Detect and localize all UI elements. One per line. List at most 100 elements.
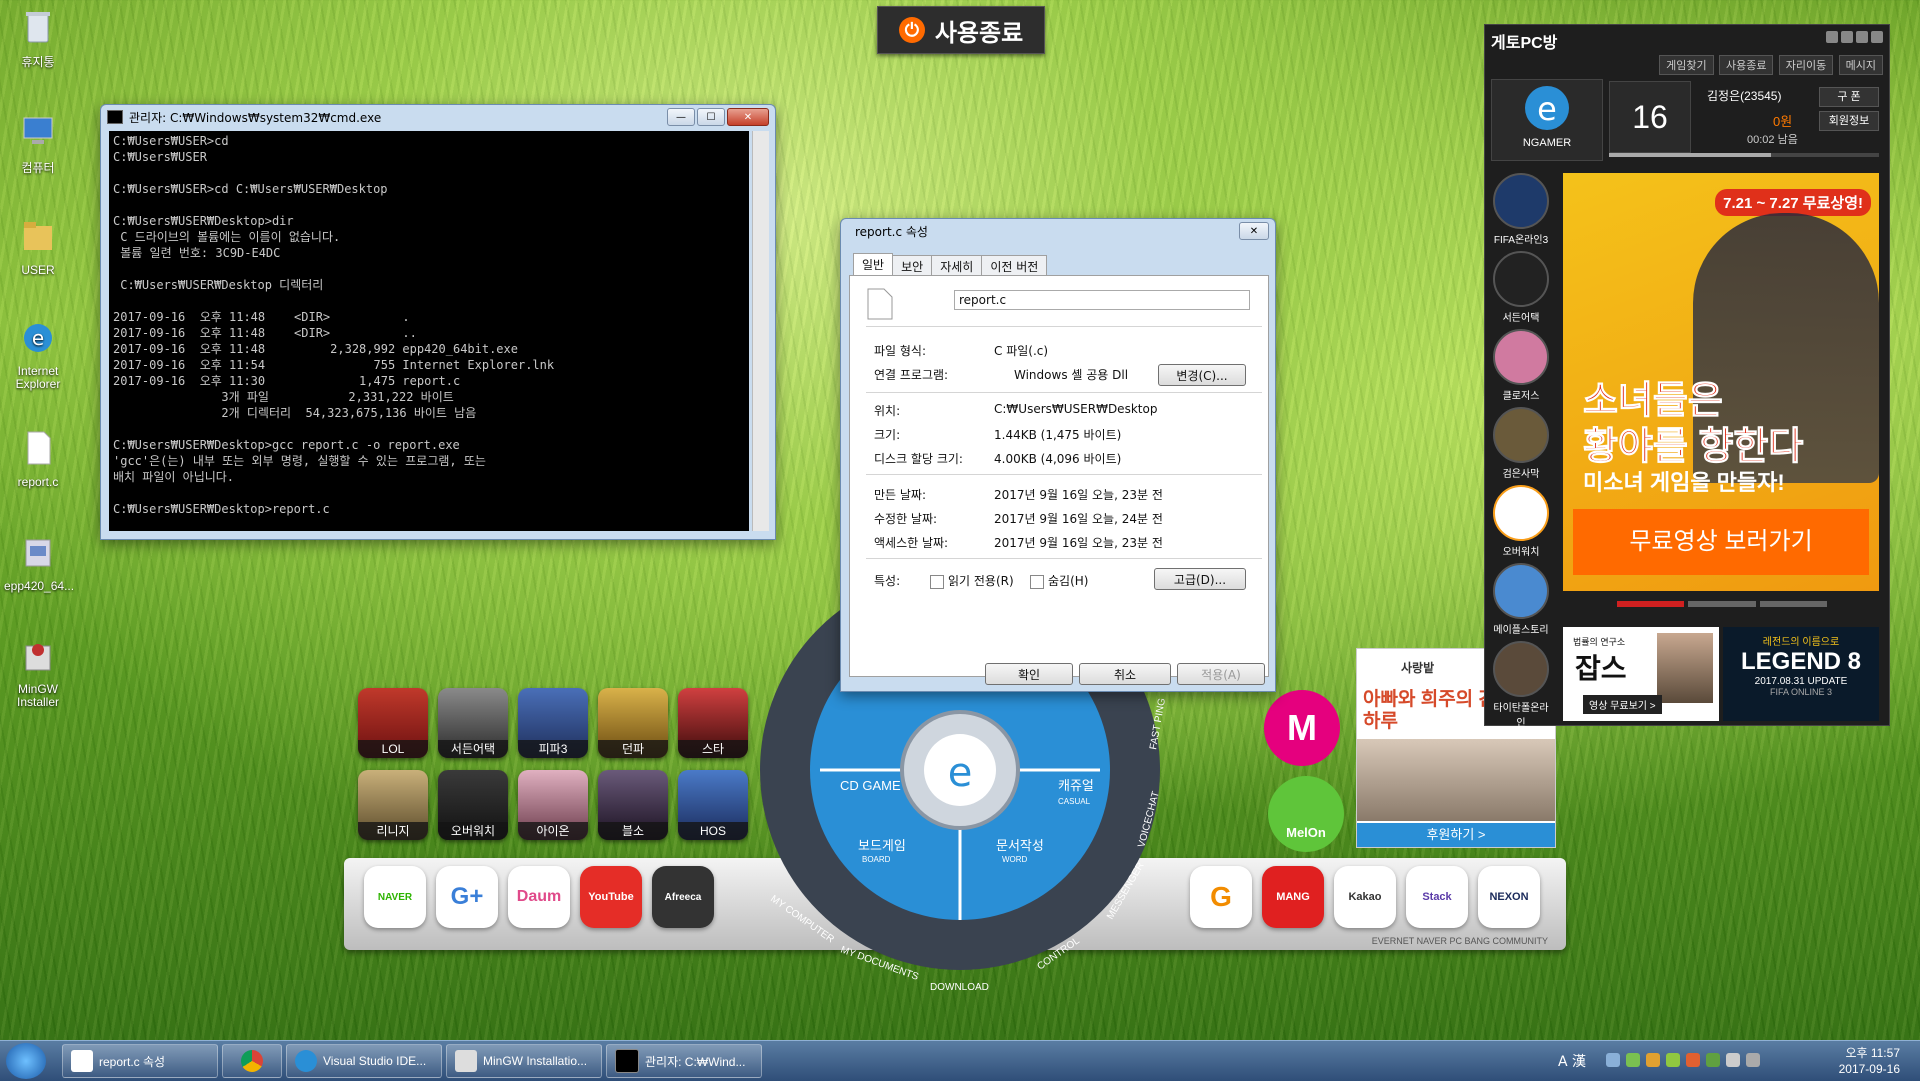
afreeca-app[interactable]: Afreeca <box>652 866 714 928</box>
clock[interactable]: 오후 11:57 2017-09-16 <box>1839 1045 1900 1077</box>
maximize-button[interactable]: ☐ <box>697 108 725 126</box>
google-plus-app[interactable]: G+ <box>436 866 498 928</box>
desktop-icon-recycle-bin[interactable]: 휴지통 <box>4 6 72 70</box>
network-icon[interactable] <box>1746 1053 1760 1067</box>
shutdown-button[interactable]: ⏻ 사용종료 <box>877 6 1045 54</box>
panel-icon[interactable] <box>1826 31 1838 43</box>
taskbar-label: report.c 속성 <box>99 1054 166 1069</box>
ad-banner[interactable]: 7.21 ~ 7.27 무료상영! 소녀들은 황야를 향한다 미소녀 게임을 만… <box>1563 173 1879 591</box>
daum-app[interactable]: Daum <box>508 866 570 928</box>
game-tile-starcraft[interactable]: 스타 <box>678 688 748 758</box>
start-button[interactable] <box>6 1043 46 1079</box>
progress-bar <box>1609 153 1879 157</box>
side-game-overwatch[interactable]: 오버워치 <box>1493 485 1549 558</box>
game-tile-sudden-attack[interactable]: 서든어택 <box>438 688 508 758</box>
side-game-closers[interactable]: 클로저스 <box>1493 329 1549 402</box>
tray-icon[interactable] <box>1686 1053 1700 1067</box>
message-button[interactable]: 메시지 <box>1838 55 1883 75</box>
dialog-titlebar[interactable]: report.c 속성 ✕ <box>841 219 1275 243</box>
wheel-cd-game[interactable]: CD GAME <box>840 778 901 793</box>
jobs-cta[interactable]: 영상 무료보기 > <box>1583 695 1662 714</box>
console-scrollbar[interactable] <box>752 131 769 531</box>
wheel-casual[interactable]: 캐쥬얼 <box>1058 778 1094 793</box>
ngamer-logo[interactable]: e NGAMER <box>1491 79 1603 161</box>
wheel-word[interactable]: 문서작성 <box>996 838 1044 853</box>
youtube-app[interactable]: YouTube <box>580 866 642 928</box>
panel-minimize-icon[interactable] <box>1871 31 1883 43</box>
tray-icon[interactable] <box>1626 1053 1640 1067</box>
properties-dialog[interactable]: report.c 속성 ✕ 일반 보안 자세히 이전 버전 report.c 파… <box>840 218 1276 692</box>
game-tile-lineage[interactable]: 리니지 <box>358 770 428 840</box>
desktop-icon-epp420[interactable]: epp420_64... <box>4 532 74 593</box>
taskbar-item-cmd[interactable]: 관리자: C:₩Wind... <box>606 1044 762 1078</box>
close-button[interactable]: ✕ <box>727 108 769 126</box>
side-game-titanfall[interactable]: 타이탄폴온라인 <box>1493 641 1549 729</box>
tray-icon[interactable] <box>1606 1053 1620 1067</box>
readonly-checkbox[interactable]: 읽기 전용(R) <box>930 572 1014 589</box>
legend8-banner[interactable]: 레전드의 이름으로 LEGEND 8 2017.08.31 UPDATE FIF… <box>1723 627 1879 721</box>
desktop-icon-report-c[interactable]: report.c <box>4 428 72 489</box>
donation-button[interactable]: 후원하기 > <box>1357 823 1555 847</box>
volume-icon[interactable] <box>1726 1053 1740 1067</box>
end-use-button[interactable]: 사용종료 <box>1718 55 1774 75</box>
apply-button[interactable]: 적용(A) <box>1177 663 1265 685</box>
checkbox-box[interactable] <box>1030 574 1044 589</box>
wheel-download[interactable]: DOWNLOAD <box>930 982 989 993</box>
panel-icon[interactable] <box>1856 31 1868 43</box>
mang-app[interactable]: MANG <box>1262 866 1324 928</box>
minimize-button[interactable]: — <box>667 108 695 126</box>
cmd-window[interactable]: 관리자: C:₩Windows₩system32₩cmd.exe — ☐ ✕ C… <box>100 104 776 540</box>
ad-cta-button[interactable]: 무료영상 보러가기 <box>1573 509 1869 575</box>
jobs-banner[interactable]: 법률의 연구소 잡스 영상 무료보기 > <box>1563 627 1719 721</box>
buy-button[interactable]: 구 폰 <box>1819 87 1879 107</box>
tray-language[interactable]: A 漢 <box>1558 1051 1586 1071</box>
change-button[interactable]: 변경(C)... <box>1158 364 1246 386</box>
naver-app[interactable]: NAVER <box>364 866 426 928</box>
find-game-button[interactable]: 게임찾기 <box>1659 55 1714 75</box>
taskbar-item-visual-studio[interactable]: Visual Studio IDE... <box>286 1044 442 1078</box>
desktop-icon-user-folder[interactable]: USER <box>4 216 72 277</box>
tray-icon[interactable] <box>1666 1053 1680 1067</box>
cmd-titlebar[interactable]: 관리자: C:₩Windows₩system32₩cmd.exe — ☐ ✕ <box>101 105 775 129</box>
game-tile-overwatch[interactable]: 오버워치 <box>438 770 508 840</box>
dialog-close-button[interactable]: ✕ <box>1239 222 1269 240</box>
ad-carousel-indicator[interactable] <box>1617 601 1827 607</box>
stack-app[interactable]: Stack <box>1406 866 1468 928</box>
side-game-sudden[interactable]: 서든어택 <box>1493 251 1549 324</box>
move-seat-button[interactable]: 자리이동 <box>1778 55 1834 75</box>
checkbox-box[interactable] <box>930 574 944 589</box>
side-game-maplestory[interactable]: 메이플스토리 <box>1493 563 1549 636</box>
taskbar-item-mingw[interactable]: MinGW Installatio... <box>446 1044 602 1078</box>
melon-app[interactable]: MelOn <box>1268 776 1344 852</box>
taskbar-label: MinGW Installatio... <box>483 1054 588 1068</box>
tray-icon[interactable] <box>1646 1053 1660 1067</box>
game-tile-bns[interactable]: 블소 <box>598 770 668 840</box>
kakao-app[interactable]: Kakao <box>1334 866 1396 928</box>
mnet-app[interactable]: M <box>1264 690 1340 766</box>
ok-button[interactable]: 확인 <box>985 663 1073 685</box>
game-tile-aion[interactable]: 아이온 <box>518 770 588 840</box>
advanced-button[interactable]: 고급(D)... <box>1154 568 1246 590</box>
hidden-checkbox[interactable]: 숨김(H) <box>1030 572 1088 589</box>
wheel-board[interactable]: 보드게임 <box>858 838 906 853</box>
tray-icon[interactable] <box>1706 1053 1720 1067</box>
tab-general[interactable]: 일반 <box>853 253 894 277</box>
game-tile-fifa3[interactable]: 피파3 <box>518 688 588 758</box>
panel-icon[interactable] <box>1841 31 1853 43</box>
desktop-icon-internet-explorer[interactable]: e Internet Explorer <box>4 318 72 391</box>
file-name-field[interactable]: report.c <box>954 290 1250 310</box>
game-tile-dnf[interactable]: 던파 <box>598 688 668 758</box>
side-game-black-desert[interactable]: 검은사막 <box>1493 407 1549 480</box>
desktop-icon-computer[interactable]: 컴퓨터 <box>4 112 72 176</box>
side-game-fifa3[interactable]: FIFA온라인3 <box>1493 173 1549 246</box>
open-with-value: Windows 셸 공용 Dll <box>1014 368 1129 382</box>
nexon-app[interactable]: NEXON <box>1478 866 1540 928</box>
taskbar-item-chrome[interactable] <box>222 1044 282 1078</box>
game-tile-hos[interactable]: HOS <box>678 770 748 840</box>
member-info-button[interactable]: 회원정보 <box>1819 111 1879 131</box>
desktop-icon-mingw[interactable]: MinGW Installer <box>4 636 72 709</box>
game-tile-lol[interactable]: LOL <box>358 688 428 758</box>
taskbar-item-report-properties[interactable]: report.c 속성 <box>62 1044 218 1078</box>
console-output[interactable]: C:₩Users₩USER>cd C:₩Users₩USER C:₩Users₩… <box>109 131 749 531</box>
cancel-button[interactable]: 취소 <box>1079 663 1171 685</box>
